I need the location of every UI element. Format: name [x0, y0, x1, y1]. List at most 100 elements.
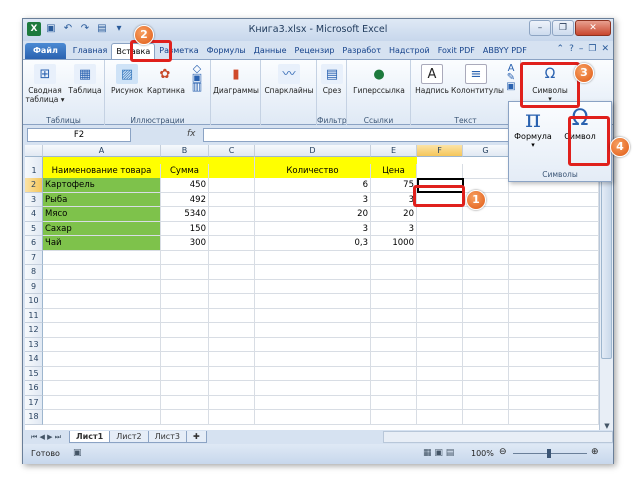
- sheet-tab-3[interactable]: Лист3: [147, 431, 187, 443]
- workbook-minimize-icon[interactable]: –: [579, 44, 584, 54]
- cell-c4[interactable]: [209, 207, 255, 222]
- view-buttons[interactable]: ▦ ▣ ▤: [423, 448, 454, 458]
- cell-a10[interactable]: [43, 294, 161, 309]
- cell-a18[interactable]: [43, 410, 161, 425]
- cell-b4[interactable]: 5340: [161, 207, 209, 222]
- cell-d6[interactable]: 0,3: [255, 236, 371, 251]
- cell-h6[interactable]: [509, 236, 599, 251]
- cell-b1[interactable]: Сумма: [161, 164, 209, 179]
- cell-c7[interactable]: [209, 250, 255, 265]
- fx-icon[interactable]: fx: [187, 129, 196, 139]
- col-header-g[interactable]: G: [463, 145, 509, 157]
- tab-formulas[interactable]: Формулы: [203, 43, 250, 59]
- cell-b2[interactable]: 450: [161, 178, 209, 193]
- cell-c11[interactable]: [209, 308, 255, 323]
- cell-d14[interactable]: [255, 352, 371, 367]
- macro-record-icon[interactable]: ▣: [73, 448, 82, 458]
- cell-g18[interactable]: [463, 410, 509, 425]
- row-header-14[interactable]: 14: [25, 352, 43, 367]
- row-header-16[interactable]: 16: [25, 381, 43, 396]
- maximize-button[interactable]: ❐: [552, 20, 574, 36]
- cell-f13[interactable]: [417, 337, 463, 352]
- cell-a16[interactable]: [43, 381, 161, 396]
- cell-d11[interactable]: [255, 308, 371, 323]
- cell-c16[interactable]: [209, 381, 255, 396]
- worksheet-grid[interactable]: A B C D E F G H 1Наименование товараСумм…: [25, 145, 599, 430]
- name-box[interactable]: F2: [27, 128, 131, 142]
- scroll-down-icon[interactable]: ▼: [600, 422, 614, 430]
- cell-g6[interactable]: [463, 236, 509, 251]
- help-icon[interactable]: ?: [569, 44, 574, 54]
- cell-h10[interactable]: [509, 294, 599, 309]
- zoom-slider-thumb[interactable]: [547, 449, 551, 458]
- cell-e15[interactable]: [371, 366, 417, 381]
- cell-f9[interactable]: [417, 279, 463, 294]
- cell-e18[interactable]: [371, 410, 417, 425]
- cell-c1[interactable]: [209, 164, 255, 179]
- zoom-level[interactable]: 100%: [471, 449, 494, 458]
- pivot-table-button[interactable]: ⊞ Сводная таблица ▾: [25, 64, 65, 104]
- row-header-9[interactable]: 9: [25, 279, 43, 294]
- cell-h7[interactable]: [509, 250, 599, 265]
- cell-a7[interactable]: [43, 250, 161, 265]
- tab-abbyy-pdf[interactable]: ABBYY PDF: [479, 43, 531, 59]
- row-header-18[interactable]: 18: [25, 410, 43, 425]
- row-header-11[interactable]: 11: [25, 308, 43, 323]
- cell-h15[interactable]: [509, 366, 599, 381]
- row-header-3[interactable]: 3: [25, 192, 43, 207]
- sheet-tab-2[interactable]: Лист2: [109, 431, 149, 443]
- close-button[interactable]: ✕: [575, 20, 611, 36]
- header-footer-button[interactable]: ≡ Колонтитулы: [451, 64, 504, 95]
- cell-d5[interactable]: 3: [255, 221, 371, 236]
- minimize-ribbon-icon[interactable]: ⌃: [557, 44, 565, 54]
- col-header-a[interactable]: A: [43, 145, 161, 157]
- textbox-button[interactable]: A Надпись: [413, 64, 451, 95]
- cell-g12[interactable]: [463, 323, 509, 338]
- cell-c5[interactable]: [209, 221, 255, 236]
- cell-c14[interactable]: [209, 352, 255, 367]
- cell-h14[interactable]: [509, 352, 599, 367]
- cell-e2[interactable]: 75: [371, 178, 417, 193]
- tab-data[interactable]: Данные: [250, 43, 291, 59]
- cell-b6[interactable]: 300: [161, 236, 209, 251]
- cell-h8[interactable]: [509, 265, 599, 280]
- picture-button[interactable]: ▨ Рисунок: [109, 64, 145, 95]
- cell-h9[interactable]: [509, 279, 599, 294]
- cell-h11[interactable]: [509, 308, 599, 323]
- cell-d1[interactable]: Количество: [255, 164, 371, 179]
- cell-a1[interactable]: Наименование товара: [43, 164, 161, 179]
- cell-a13[interactable]: [43, 337, 161, 352]
- tab-foxit-pdf[interactable]: Foxit PDF: [434, 43, 479, 59]
- cell-g11[interactable]: [463, 308, 509, 323]
- cell-f6[interactable]: [417, 236, 463, 251]
- cell-b16[interactable]: [161, 381, 209, 396]
- cell-e11[interactable]: [371, 308, 417, 323]
- scroll-thumb[interactable]: [601, 159, 612, 359]
- cell-a3[interactable]: Рыба: [43, 192, 161, 207]
- cell-d13[interactable]: [255, 337, 371, 352]
- cell-g10[interactable]: [463, 294, 509, 309]
- cell-e7[interactable]: [371, 250, 417, 265]
- cell-g13[interactable]: [463, 337, 509, 352]
- cell-e4[interactable]: 20: [371, 207, 417, 222]
- cell-f18[interactable]: [417, 410, 463, 425]
- cell-b9[interactable]: [161, 279, 209, 294]
- cell-d18[interactable]: [255, 410, 371, 425]
- cell-b10[interactable]: [161, 294, 209, 309]
- cell-f17[interactable]: [417, 395, 463, 410]
- cell-d16[interactable]: [255, 381, 371, 396]
- cell-b17[interactable]: [161, 395, 209, 410]
- cell-e13[interactable]: [371, 337, 417, 352]
- insert-sheet-icon[interactable]: ✚: [185, 431, 207, 443]
- cell-h5[interactable]: [509, 221, 599, 236]
- cell-g7[interactable]: [463, 250, 509, 265]
- cell-b14[interactable]: [161, 352, 209, 367]
- col-header-c[interactable]: C: [209, 145, 255, 157]
- shapes-smartart-buttons[interactable]: ◇ ▣ ▥: [187, 63, 207, 92]
- cell-f7[interactable]: [417, 250, 463, 265]
- cell-f16[interactable]: [417, 381, 463, 396]
- cell-e16[interactable]: [371, 381, 417, 396]
- cell-g17[interactable]: [463, 395, 509, 410]
- cell-h4[interactable]: [509, 207, 599, 222]
- cell-d10[interactable]: [255, 294, 371, 309]
